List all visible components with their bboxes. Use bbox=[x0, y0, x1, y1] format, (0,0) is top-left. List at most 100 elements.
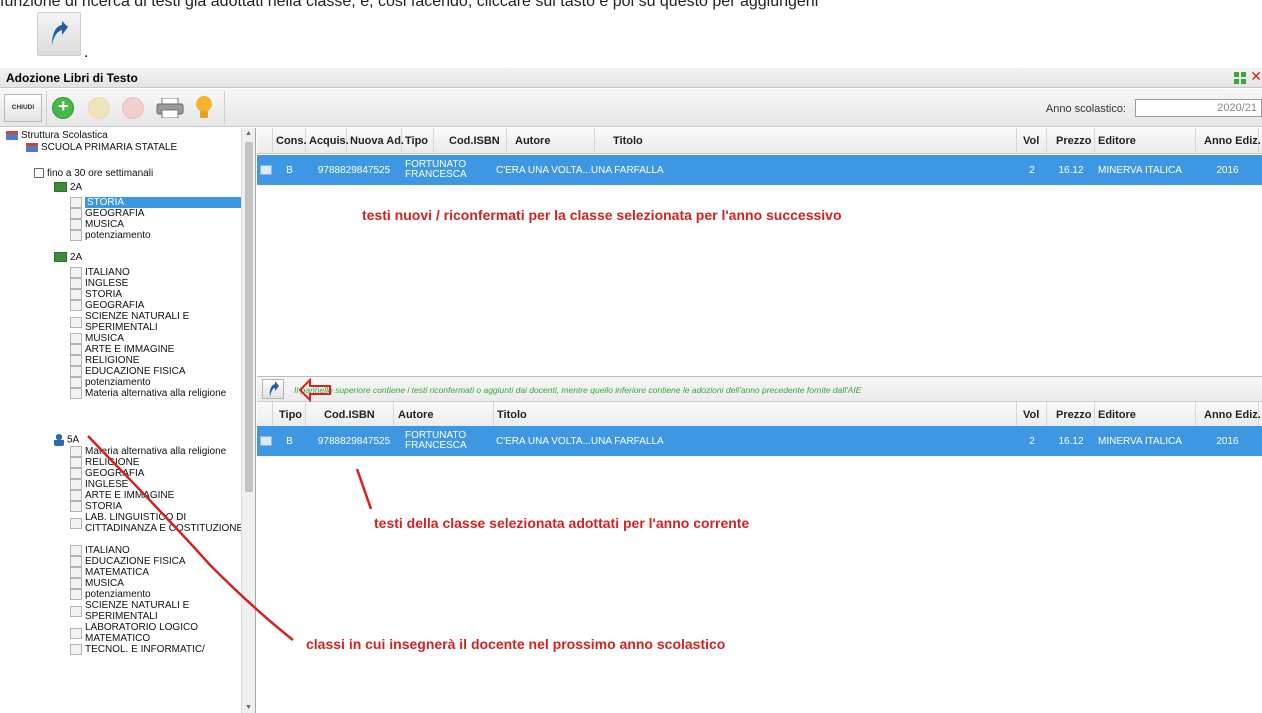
column-header-nuova-adozione[interactable]: Nuova Ad. bbox=[347, 128, 404, 154]
tree-leaf-subject[interactable]: SCIENZE NATURALI E SPERIMENTALI bbox=[70, 311, 245, 333]
window-title: Adozione Libri di Testo bbox=[6, 71, 138, 85]
column-header-tipo[interactable]: Tipo bbox=[273, 402, 306, 428]
column-header-prezzo[interactable]: Prezzo bbox=[1047, 402, 1095, 428]
table-row[interactable]: B 9788829847525 FORTUNATO FRANCESCA C'ER… bbox=[257, 155, 1262, 185]
subject-icon bbox=[70, 457, 82, 468]
table-row[interactable]: B 9788829847525 FORTUNATO FRANCESCA C'ER… bbox=[257, 426, 1262, 456]
subject-label: ITALIANO bbox=[85, 267, 130, 278]
maximize-icon[interactable] bbox=[1234, 72, 1246, 84]
tree-leaf-subject[interactable]: LABORATORIO LOGICO MATEMATICO bbox=[70, 622, 245, 644]
tree-leaf-subject[interactable]: ARTE E IMMAGINE bbox=[70, 344, 245, 355]
tree-leaf-subject[interactable]: STORIA bbox=[70, 501, 245, 512]
column-header-cons[interactable]: Cons. bbox=[273, 128, 307, 154]
column-header-autore[interactable]: Autore bbox=[394, 402, 494, 428]
tree-leaf-subject[interactable]: RELIGIONE bbox=[70, 355, 245, 366]
tree-leaf-subject[interactable]: EDUCAZIONE FISICA bbox=[70, 366, 245, 377]
subject-label: SCIENZE NATURALI E SPERIMENTALI bbox=[85, 311, 190, 333]
tree-leaf-subject[interactable]: GEOGRAFIA bbox=[70, 208, 245, 219]
column-header-titolo[interactable]: Titolo bbox=[595, 128, 1017, 154]
tree-leaf-subject[interactable]: GEOGRAFIA bbox=[70, 468, 245, 479]
column-header-anno-ediz[interactable]: Anno Ediz. bbox=[1196, 128, 1261, 154]
close-window-icon[interactable]: ✕ bbox=[1250, 68, 1262, 85]
subject-label: potenziamento bbox=[85, 230, 151, 241]
cell-autore: FORTUNATO FRANCESCA bbox=[405, 159, 467, 180]
scrollbar-thumb[interactable] bbox=[245, 142, 253, 492]
edit-button[interactable] bbox=[88, 97, 110, 119]
column-header-acquis[interactable]: Acquis. bbox=[306, 128, 349, 154]
tree-leaf-subject[interactable]: ARTE E IMMAGINE bbox=[70, 490, 245, 501]
tree-leaf-subject[interactable]: MUSICA bbox=[70, 333, 245, 344]
tree-leaf-subject[interactable]: Materia alternativa alla religione bbox=[70, 446, 245, 457]
column-header-tipo[interactable]: Tipo bbox=[402, 128, 434, 154]
tree-leaf-subject[interactable]: INGLESE bbox=[70, 479, 245, 490]
tree-leaf-subject[interactable]: ITALIANO bbox=[70, 545, 245, 556]
cell-titolo: C'ERA UNA VOLTA...UNA FARFALLA bbox=[496, 164, 664, 176]
tree-leaf-subject[interactable]: TECNOL. E INFORMATIC/ bbox=[70, 644, 245, 655]
school-year-label: Anno scolastico: bbox=[1045, 103, 1126, 115]
tree-leaf-subject[interactable]: MUSICA bbox=[70, 578, 245, 589]
cell-autore: FORTUNATO FRANCESCA bbox=[405, 430, 467, 451]
subject-icon bbox=[70, 377, 82, 388]
subject-icon bbox=[70, 479, 82, 490]
copy-up-button[interactable] bbox=[262, 379, 284, 399]
tree-leaf-subject[interactable]: EDUCAZIONE FISICA bbox=[70, 556, 245, 567]
tree-leaf-subject[interactable]: potenziamento bbox=[70, 230, 245, 241]
scroll-up-icon[interactable]: ▲ bbox=[245, 130, 252, 137]
grid-header: Cons. Acquis. Nuova Ad. Tipo Cod.ISBN Au… bbox=[257, 128, 1262, 154]
tree-node-hours[interactable]: fino a 30 ore settimanali bbox=[34, 168, 153, 179]
column-header-autore[interactable]: Autore bbox=[507, 128, 595, 154]
subject-label: TECNOL. E INFORMATIC/ bbox=[85, 644, 205, 655]
delete-button[interactable] bbox=[122, 97, 144, 119]
cell-titolo: C'ERA UNA VOLTA...UNA FARFALLA bbox=[496, 435, 664, 447]
school-structure-icon bbox=[6, 130, 18, 140]
tree-leaf-subject[interactable]: RELIGIONE bbox=[70, 457, 245, 468]
column-header-isbn[interactable]: Cod.ISBN bbox=[434, 128, 507, 154]
subject-icon bbox=[70, 545, 82, 556]
column-header-titolo[interactable]: Titolo bbox=[494, 402, 1017, 428]
column-header-vol[interactable]: Vol bbox=[1017, 402, 1047, 428]
column-header-prezzo[interactable]: Prezzo bbox=[1047, 128, 1095, 154]
column-header-vol[interactable]: Vol bbox=[1017, 128, 1047, 154]
tree-leaf-subject[interactable]: ITALIANO bbox=[70, 267, 245, 278]
subject-icon bbox=[70, 627, 82, 639]
tree-leaf-subject[interactable]: potenziamento bbox=[70, 589, 245, 600]
subject-label: MUSICA bbox=[85, 578, 124, 589]
tree-node-class-2a[interactable]: 2A bbox=[54, 182, 82, 193]
scroll-down-icon[interactable]: ▼ bbox=[245, 704, 252, 711]
tree-scrollbar[interactable]: ▲ ▼ bbox=[241, 128, 255, 713]
print-icon[interactable] bbox=[156, 98, 184, 118]
tree-leaf-subject[interactable]: MUSICA bbox=[70, 219, 245, 230]
tree-node-class-5a[interactable]: 5A bbox=[54, 434, 79, 446]
tree-leaf-subject[interactable]: LAB. LINGUISTICO DI CITTADINANZA E COSTI… bbox=[70, 512, 245, 534]
school-year-select[interactable]: 2020/21 bbox=[1135, 99, 1262, 117]
add-button[interactable] bbox=[52, 96, 74, 119]
column-header-editore[interactable]: Editore bbox=[1095, 402, 1196, 428]
tree-leaf-subject[interactable]: potenziamento bbox=[70, 377, 245, 388]
subject-icon bbox=[70, 589, 82, 600]
tree-leaf-subject[interactable]: GEOGRAFIA bbox=[70, 300, 245, 311]
column-header-isbn[interactable]: Cod.ISBN bbox=[306, 402, 394, 428]
lightbulb-icon[interactable] bbox=[195, 95, 213, 121]
tree-leaf-subject[interactable]: Materia alternativa alla religione bbox=[70, 388, 245, 399]
column-header-anno-ediz[interactable]: Anno Ediz. bbox=[1196, 402, 1261, 428]
tree-leaf-subject[interactable]: STORIA bbox=[70, 197, 245, 208]
tree-leaf-subject[interactable]: MATEMATICA bbox=[70, 567, 245, 578]
cell-vol: 2 bbox=[1029, 164, 1035, 176]
subject-icon bbox=[70, 267, 82, 278]
subject-label: INGLESE bbox=[85, 278, 129, 289]
tree-leaf-subject[interactable]: STORIA bbox=[70, 289, 245, 300]
tree-node-school[interactable]: SCUOLA PRIMARIA STATALE bbox=[26, 142, 177, 153]
subject-label: Materia alternativa alla religione bbox=[85, 446, 227, 457]
tree-leaf-subject[interactable]: INGLESE bbox=[70, 278, 245, 289]
subject-icon bbox=[70, 333, 82, 344]
column-header-editore[interactable]: Editore bbox=[1095, 128, 1196, 154]
subject-icon bbox=[70, 208, 82, 219]
subject-label: GEOGRAFIA bbox=[85, 468, 145, 479]
tree-node-class-2a[interactable]: 2A bbox=[54, 252, 82, 263]
close-button[interactable]: CHIUDI bbox=[4, 94, 42, 122]
tree-leaf-subject[interactable]: SCIENZE NATURALI E SPERIMENTALI bbox=[70, 600, 245, 622]
class-icon bbox=[54, 252, 67, 263]
subject-icon bbox=[70, 567, 82, 578]
annotation-bottom-panel: testi della classe selezionata adottati … bbox=[374, 515, 750, 531]
tree-node-root[interactable]: Struttura Scolastica bbox=[6, 130, 108, 141]
